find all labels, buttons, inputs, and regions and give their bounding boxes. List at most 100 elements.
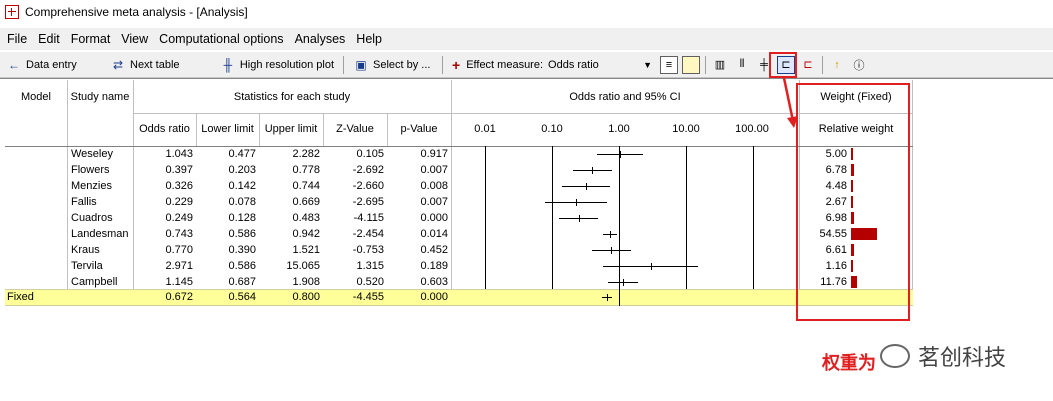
toolbar-separator [442,55,443,74]
lower-limit-value: 0.128 [228,212,256,224]
color-fill-icon[interactable] [682,55,700,74]
menu-analyses[interactable]: Analyses [291,32,350,46]
watermark: 茗创科技 [880,340,1006,372]
menu-file[interactable]: File [3,32,31,46]
menu-view[interactable]: View [117,32,152,46]
table-view-icon[interactable]: ≡ [660,55,678,74]
axis-tick-label: 100.00 [730,114,774,144]
menu-format[interactable]: Format [67,32,115,46]
p-value: 0.917 [420,148,448,160]
z-value: -2.660 [352,180,384,192]
plot-icon: ╫ [223,57,233,72]
arrow-up-icon[interactable]: ↑ [828,56,846,74]
p-value: 0.007 [420,196,448,208]
forest-plot-gridline [686,146,687,289]
forest-plot-gridline [753,146,754,289]
window-title: Comprehensive meta analysis - [Analysis] [25,5,248,19]
arrow-left-icon: ← [8,57,20,72]
p-value: 0.000 [420,212,448,224]
forest-plot-gridline [552,146,553,289]
menu-bar: File Edit Format View Computational opti… [0,28,1053,50]
chevron-down-icon: ▼ [643,59,652,70]
header-z-value: Z-Value [323,114,387,144]
plus-icon: + [452,56,461,73]
odds-ratio-value: 0.229 [165,196,193,208]
upper-limit-value: 0.669 [292,196,320,208]
point-estimate [611,247,613,254]
next-table-button[interactable]: ⇄ Next table [104,54,214,76]
lower-limit-value: 0.390 [228,244,256,256]
odds-ratio-value: 0.397 [165,164,193,176]
upper-limit-value: 0.483 [292,212,320,224]
grid-line [259,114,260,146]
red-bracket-icon[interactable]: ⊏ [799,56,817,74]
lower-limit-value: 0.477 [228,148,256,160]
z-value: -2.454 [352,228,384,240]
point-estimate [576,199,578,206]
fixed-model-label: Fixed [7,291,34,303]
next-table-icon: ⇄ [112,57,124,72]
odds-ratio-value: 0.743 [165,228,193,240]
axis-tick-label: 1.00 [599,114,639,144]
grid-line [387,114,388,146]
columns-icon[interactable]: ▥ [711,56,729,74]
data-entry-button[interactable]: ← Data entry [0,54,104,76]
axis-tick-label: 0.10 [532,114,572,144]
study-name: Menzies [71,180,112,192]
upper-limit-value: 0.942 [292,228,320,240]
study-name: Kraus [71,244,100,256]
toolbar-separator [343,55,344,74]
z-value: -2.695 [352,196,384,208]
red-arrow-icon [782,77,798,128]
study-name: Tervila [71,260,103,272]
point-estimate [586,183,588,190]
annotation-text: 权重为 [822,353,876,374]
z-value: 0.520 [356,276,384,288]
header-study-name: Study name [67,82,133,112]
lower-limit-value: 0.586 [228,260,256,272]
odds-ratio-value: 2.971 [165,260,193,272]
menu-help[interactable]: Help [352,32,386,46]
p-value: 0.603 [420,276,448,288]
odds-ratio-value: 1.043 [165,148,193,160]
header-p-value: p-Value [387,114,451,144]
effect-measure-label: Effect measure: [466,58,544,71]
info-icon[interactable]: ⓘ [850,56,868,74]
highlight-box-weight-column [796,83,910,321]
grid-line [196,114,197,146]
lower-limit-value: 0.203 [228,164,256,176]
lower-limit-value: 0.142 [228,180,256,192]
wechat-icon [880,344,910,368]
select-by-label: Select by ... [373,58,431,71]
toolbar: ← Data entry ⇄ Next table ╫ High resolut… [0,52,1053,78]
point-estimate [622,279,624,286]
menu-edit[interactable]: Edit [34,32,64,46]
point-estimate [620,151,622,158]
header-lower-limit: Lower limit [196,114,259,144]
select-by-button[interactable]: ▣ Select by ... [347,54,439,76]
app-icon [5,5,19,19]
point-estimate [592,167,594,174]
point-estimate [607,294,609,301]
z-value: -4.115 [353,212,384,224]
header-upper-limit: Upper limit [259,114,323,144]
error-bars-icon[interactable]: ⫴ [733,56,751,74]
odds-ratio-value: 0.672 [165,291,193,303]
menu-computational-options[interactable]: Computational options [155,32,287,46]
upper-limit-value: 0.744 [292,180,320,192]
study-name: Weseley [71,148,113,160]
odds-ratio-value: 1.145 [165,276,193,288]
effect-measure-value: Odds ratio [548,58,599,71]
z-value: 0.105 [356,148,384,160]
header-statistics: Statistics for each study [133,82,451,112]
z-value: 1.315 [356,260,384,272]
grid-line [323,114,324,146]
header-model: Model [5,82,67,112]
study-name: Landesman [71,228,129,240]
point-estimate [650,263,652,270]
study-name: Fallis [71,196,97,208]
high-res-plot-button[interactable]: ╫ High resolution plot [214,54,340,76]
toolbar-separator [822,55,823,74]
effect-measure-dropdown[interactable]: + Effect measure: Odds ratio ▼ [446,54,658,76]
z-value: -0.753 [352,244,384,256]
